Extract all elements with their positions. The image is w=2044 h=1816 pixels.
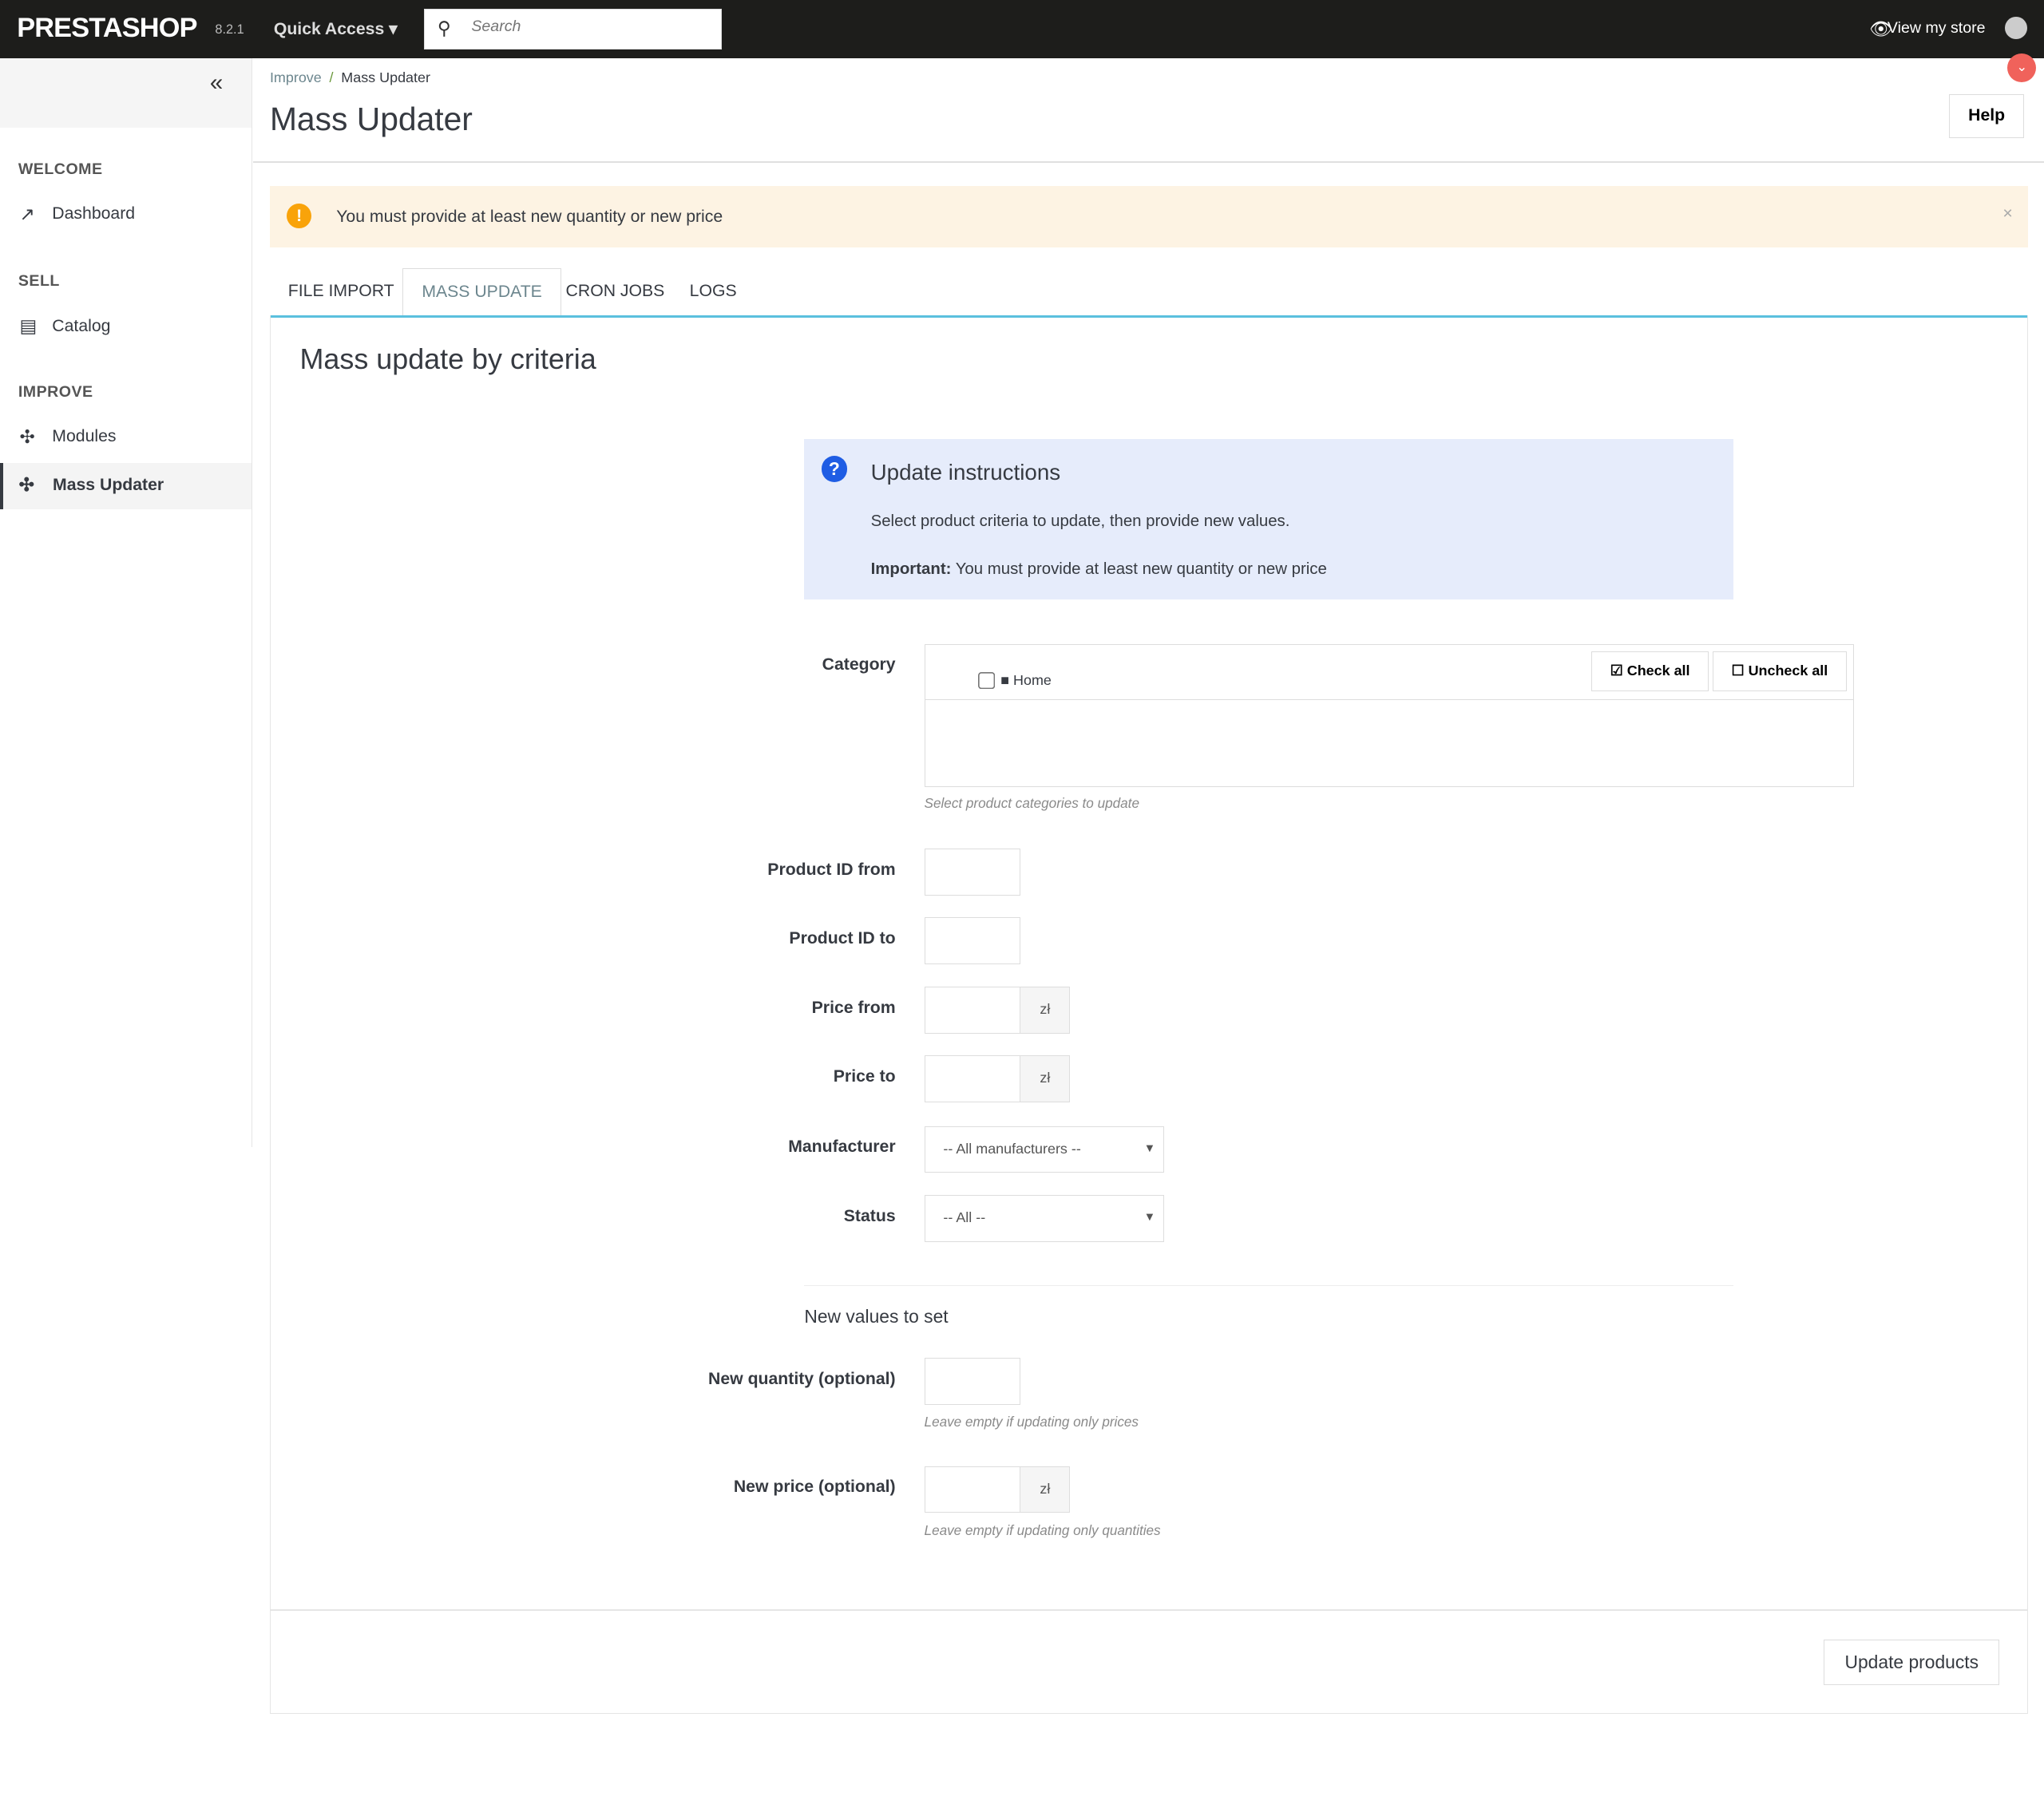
product-id-from-label: Product ID from <box>767 860 896 879</box>
new-quantity-input[interactable] <box>924 1358 1021 1405</box>
sidebar-item-mass-updater[interactable]: ✣ Mass Updater <box>0 462 252 510</box>
instructions-title: Update instructions <box>870 460 1061 485</box>
user-avatar-icon[interactable] <box>2005 17 2027 39</box>
currency-addon: zł <box>1020 1055 1071 1103</box>
new-price-hint: Leave empty if updating only quantities <box>924 1521 1161 1538</box>
price-to-label: Price to <box>833 1067 896 1086</box>
caret-down-icon: ▾ <box>389 20 398 39</box>
breadcrumb: Improve / Mass Updater <box>269 69 430 85</box>
instructions-important: Important: You must provide at least new… <box>871 560 1327 579</box>
section-improve: IMPROVE <box>18 382 93 401</box>
warning-alert: ! You must provide at least new quantity… <box>269 186 2029 248</box>
category-label: Category <box>822 655 896 675</box>
new-price-input[interactable] <box>924 1466 1021 1513</box>
close-icon[interactable]: × <box>2002 204 2012 224</box>
category-tree: ☑ Check all ☐ Uncheck all ■ Home <box>924 643 1854 788</box>
instructions-box: ? Update instructions Select product cri… <box>804 439 1734 599</box>
chevron-down-icon: ▼ <box>1143 1141 1156 1155</box>
new-quantity-label: New quantity (optional) <box>708 1369 896 1388</box>
new-values-heading: New values to set <box>804 1305 949 1327</box>
check-all-button[interactable]: ☑ Check all <box>1590 651 1709 692</box>
instructions-text: Select product criteria to update, then … <box>870 512 1290 530</box>
quick-access-label: Quick Access <box>273 20 385 39</box>
manufacturer-select[interactable]: -- All manufacturers -- ▼ <box>924 1126 1164 1173</box>
tab-file-import[interactable]: FILE IMPORT <box>270 268 413 315</box>
header-divider <box>252 161 2044 164</box>
sidebar-item-catalog[interactable]: ▤ Catalog <box>0 303 252 350</box>
tab-logs[interactable]: LOGS <box>671 268 755 315</box>
help-button[interactable]: Help <box>1948 93 2025 139</box>
breadcrumb-current: Mass Updater <box>341 69 430 85</box>
top-navbar: PRESTASHOP 8.2.1 Quick Access ▾ ⚲ 👁 View… <box>0 0 2044 59</box>
manufacturer-label: Manufacturer <box>788 1137 896 1157</box>
tabs: FILE IMPORT MASS UPDATE CRON JOBS LOGS <box>269 268 2029 318</box>
panel-footer-divider <box>269 1609 2029 1611</box>
quick-access-dropdown[interactable]: Quick Access ▾ <box>274 19 398 39</box>
important-text: You must provide at least new quantity o… <box>951 560 1327 579</box>
sidebar-item-label: Dashboard <box>52 204 136 224</box>
prestashop-logo[interactable]: PRESTASHOP <box>17 13 197 44</box>
puzzle-icon: ✣ <box>19 425 35 447</box>
status-label: Status <box>843 1206 896 1225</box>
notification-toggle-icon[interactable]: ⌄ <box>2007 53 2037 82</box>
tab-cron-jobs[interactable]: CRON JOBS <box>548 268 683 315</box>
sidebar-item-dashboard[interactable]: ↗ Dashboard <box>0 192 252 239</box>
category-hint: Select product categories to update <box>924 794 1139 811</box>
manufacturer-value: -- All manufacturers -- <box>943 1140 1081 1157</box>
chevron-down-icon: ▼ <box>1143 1211 1156 1225</box>
check-all-label: Check all <box>1626 663 1690 679</box>
important-label: Important: <box>870 560 952 579</box>
folder-icon: ■ <box>1000 671 1010 688</box>
uncheck-all-button[interactable]: ☐ Uncheck all <box>1712 651 1848 692</box>
question-icon: ? <box>821 456 848 483</box>
uncheck-all-label: Uncheck all <box>1748 663 1828 679</box>
view-my-store-link[interactable]: View my store <box>1888 19 1986 38</box>
checked-box-icon: ☑ <box>1610 663 1623 679</box>
search-input[interactable] <box>469 16 709 38</box>
product-id-to-input[interactable] <box>924 917 1021 965</box>
home-checkbox[interactable] <box>978 672 996 690</box>
category-home: ■ Home <box>978 671 1052 690</box>
sidebar: « WELCOME ↗ Dashboard SELL ▤ Catalog IMPRO… <box>0 58 253 1147</box>
new-price-label: New price (optional) <box>733 1478 896 1497</box>
product-id-from-input[interactable] <box>924 848 1021 896</box>
breadcrumb-improve[interactable]: Improve <box>270 69 322 85</box>
section-sell: SELL <box>18 272 60 291</box>
sidebar-item-label: Modules <box>52 427 117 446</box>
search-box[interactable]: ⚲ <box>423 9 723 50</box>
page-title: Mass Updater <box>269 100 473 137</box>
price-to-input[interactable] <box>924 1055 1021 1103</box>
alert-message: You must provide at least new quantity o… <box>336 207 723 226</box>
unchecked-box-icon: ☐ <box>1731 663 1745 679</box>
product-id-to-label: Product ID to <box>789 929 896 948</box>
exclamation-icon: ! <box>287 203 312 228</box>
section-divider <box>804 1284 1734 1287</box>
store-icon: ▤ <box>19 315 38 337</box>
version: 8.2.1 <box>215 22 244 37</box>
currency-addon: zł <box>1020 1466 1071 1513</box>
section-welcome: WELCOME <box>18 160 103 178</box>
tab-mass-update[interactable]: MASS UPDATE <box>402 268 561 316</box>
collapse-sidebar-icon[interactable]: « <box>210 69 223 97</box>
status-select[interactable]: -- All -- ▼ <box>924 1195 1164 1242</box>
puzzle-icon: ✣ <box>18 474 34 496</box>
home-label: Home <box>1013 671 1052 688</box>
trending-up-icon: ↗ <box>19 203 35 224</box>
status-value: -- All -- <box>943 1209 986 1226</box>
update-products-button[interactable]: Update products <box>1824 1639 2000 1685</box>
new-quantity-hint: Leave empty if updating only prices <box>924 1414 1139 1430</box>
sidebar-item-label: Catalog <box>52 316 111 335</box>
panel-title: Mass update by criteria <box>299 342 596 376</box>
price-from-label: Price from <box>811 998 896 1017</box>
search-icon: ⚲ <box>437 18 451 39</box>
currency-addon: zł <box>1020 986 1071 1034</box>
sidebar-item-modules[interactable]: ✣ Modules <box>0 414 252 461</box>
sidebar-item-label: Mass Updater <box>53 475 164 494</box>
price-from-input[interactable] <box>924 986 1021 1034</box>
